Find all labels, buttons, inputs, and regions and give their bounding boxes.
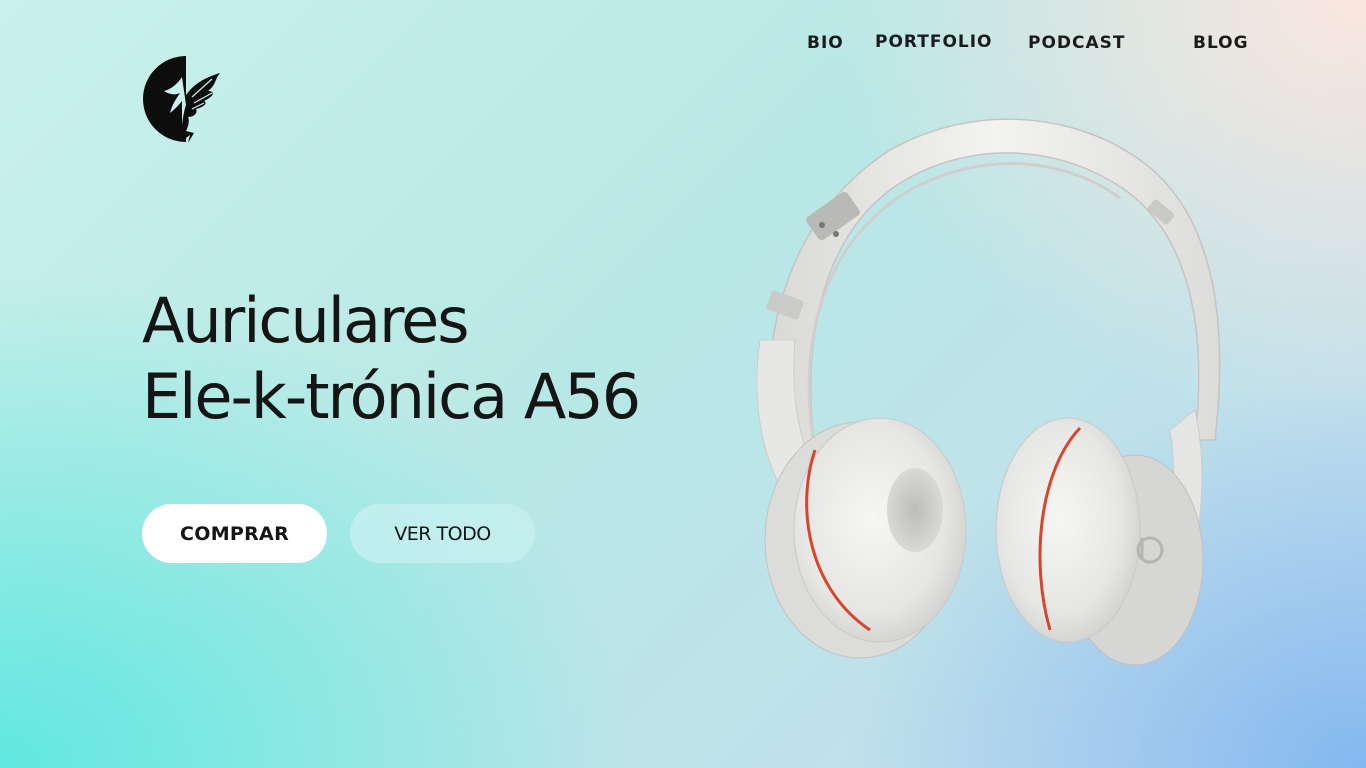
nav-item-blog[interactable]: BLOG	[1193, 30, 1249, 56]
headphones-icon	[756, 118, 1221, 666]
nav-item-portfolio[interactable]: PORTFOLIO	[875, 29, 993, 55]
brand-logo[interactable]	[142, 55, 222, 143]
hero-title-line2: Ele-k-trónica A56	[142, 360, 641, 433]
view-all-button[interactable]: VER TODO	[350, 504, 535, 563]
nav-item-bio[interactable]: BIO	[807, 30, 844, 56]
hero-title-line1: Auriculares	[142, 284, 470, 357]
phoenix-logo-icon	[143, 56, 220, 143]
nav-item-podcast[interactable]: PODCAST	[1028, 30, 1126, 56]
product-image	[740, 110, 1240, 670]
main-nav: BIO PORTFOLIO PODCAST BLOG	[0, 30, 1366, 56]
buy-button[interactable]: COMPRAR	[142, 504, 327, 563]
hero-title: Auriculares Ele-k-trónica A56	[142, 283, 742, 435]
